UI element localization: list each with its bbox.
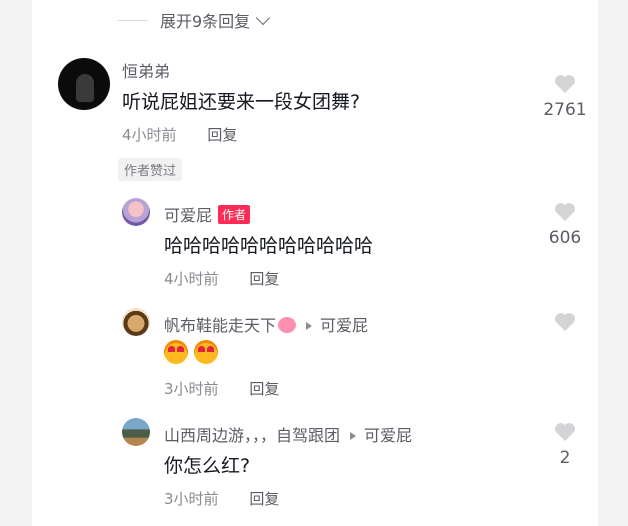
heart-eyes-emoji-icon	[164, 340, 188, 364]
reply-time: 3小时前	[164, 380, 219, 398]
comment-time: 4小时前	[122, 126, 177, 144]
heart-icon[interactable]	[552, 72, 578, 94]
reply-button[interactable]: 回复	[249, 380, 279, 398]
reply-emoji-content	[164, 340, 224, 364]
reply-button[interactable]: 回复	[249, 270, 279, 288]
reply-to-username[interactable]: 可爱屁	[364, 426, 412, 445]
expand-replies-label: 展开9条回复	[160, 12, 251, 31]
reply-username[interactable]: 山西周边游，，，自驾跟团	[164, 426, 340, 445]
reply-meta: 3小时前 回复	[164, 378, 279, 399]
author-liked-badge: 作者赞过	[118, 158, 183, 181]
reply-arrow-icon	[350, 432, 357, 440]
reply-button[interactable]: 回复	[207, 126, 237, 144]
reply-username-row: 山西周边游，，，自驾跟团 可爱屁	[164, 422, 412, 446]
avatar[interactable]	[58, 58, 110, 110]
reply-text: 哈哈哈哈哈哈哈哈哈哈哈	[164, 235, 374, 257]
reply-username[interactable]: 可爱屁	[164, 206, 212, 225]
avatar[interactable]	[122, 418, 150, 446]
comment-meta: 4小时前 回复	[122, 124, 237, 145]
reply-time: 4小时前	[164, 270, 219, 288]
reply-to-username[interactable]: 可爱屁	[320, 316, 368, 335]
reply-time: 3小时前	[164, 490, 219, 508]
author-badge: 作者	[218, 205, 251, 224]
reply-username-row: 可爱屁 作者	[164, 202, 251, 226]
heart-icon[interactable]	[552, 310, 578, 332]
reply-username-row: 帆布鞋能走天下 可爱屁	[164, 312, 368, 336]
expand-replies-button[interactable]: 展开9条回复	[118, 8, 271, 32]
reply-arrow-icon	[306, 322, 313, 330]
heart-icon[interactable]	[552, 420, 578, 442]
heart-eyes-emoji-icon	[194, 340, 218, 364]
reply-button[interactable]: 回复	[249, 490, 279, 508]
comment-username[interactable]: 恒弟弟	[122, 58, 170, 82]
avatar[interactable]	[122, 198, 150, 226]
like-count: 2761	[543, 100, 587, 120]
avatar[interactable]	[122, 308, 150, 336]
pig-emoji-icon	[278, 317, 297, 333]
like-count: 606	[548, 228, 582, 248]
comment-text: 听说屁姐还要来一段女团舞?	[122, 91, 361, 113]
reply-meta: 3小时前 回复	[164, 488, 279, 509]
comment-panel	[32, 0, 598, 526]
reply-text: 你怎么红?	[164, 455, 251, 477]
reply-username[interactable]: 帆布鞋能走天下	[164, 316, 276, 335]
reply-meta: 4小时前 回复	[164, 268, 279, 289]
heart-icon[interactable]	[552, 200, 578, 222]
like-count: 2	[559, 448, 571, 468]
divider-line	[118, 19, 148, 21]
chevron-down-icon	[256, 10, 271, 25]
